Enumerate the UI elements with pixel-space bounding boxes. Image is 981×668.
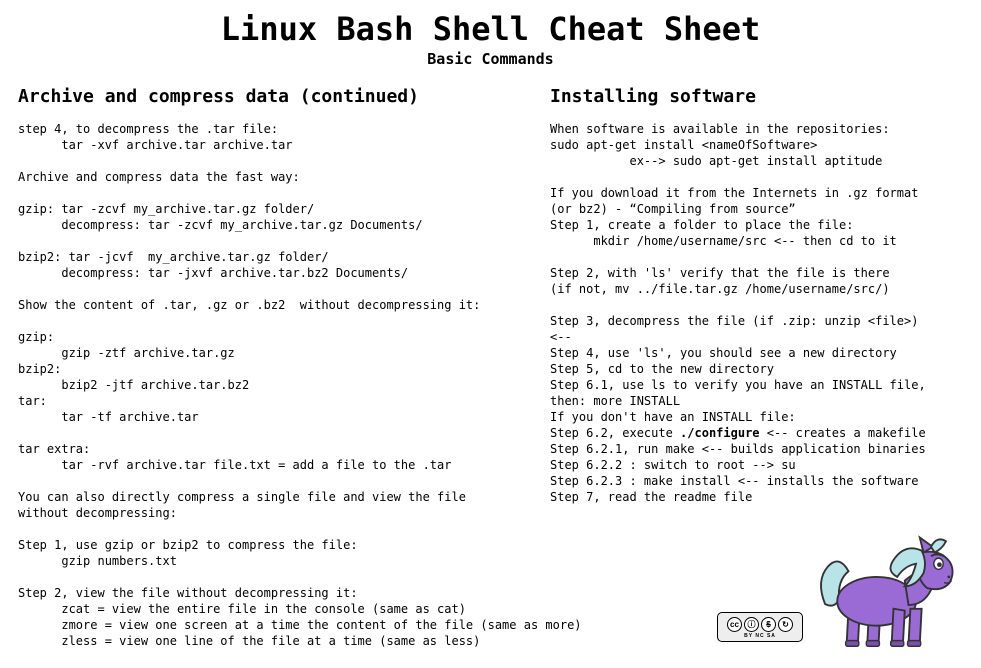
configure-command: ./configure <box>680 426 759 440</box>
installing-body: When software is available in the reposi… <box>550 121 960 505</box>
installing-heading: Installing software <box>550 86 960 107</box>
archive-body: step 4, to decompress the .tar file: tar… <box>18 121 528 649</box>
cc-icons-row: cc ⓘ $ ↻ <box>727 617 793 632</box>
archive-heading: Archive and compress data (continued) <box>18 86 528 107</box>
cc-label: BY NC SA <box>744 633 776 639</box>
page-title: Linux Bash Shell Cheat Sheet <box>18 10 963 48</box>
archive-section: Archive and compress data (continued) st… <box>18 86 528 649</box>
cc-icon: cc <box>727 617 742 632</box>
pony-illustration <box>811 515 961 656</box>
sa-icon: ↻ <box>778 617 793 632</box>
page-subtitle: Basic Commands <box>18 50 963 68</box>
cc-license-badge: cc ⓘ $ ↻ BY NC SA <box>717 612 803 642</box>
makefile-word: makefile <box>868 426 926 440</box>
by-icon: ⓘ <box>744 617 759 632</box>
nc-icon: $ <box>761 617 776 632</box>
